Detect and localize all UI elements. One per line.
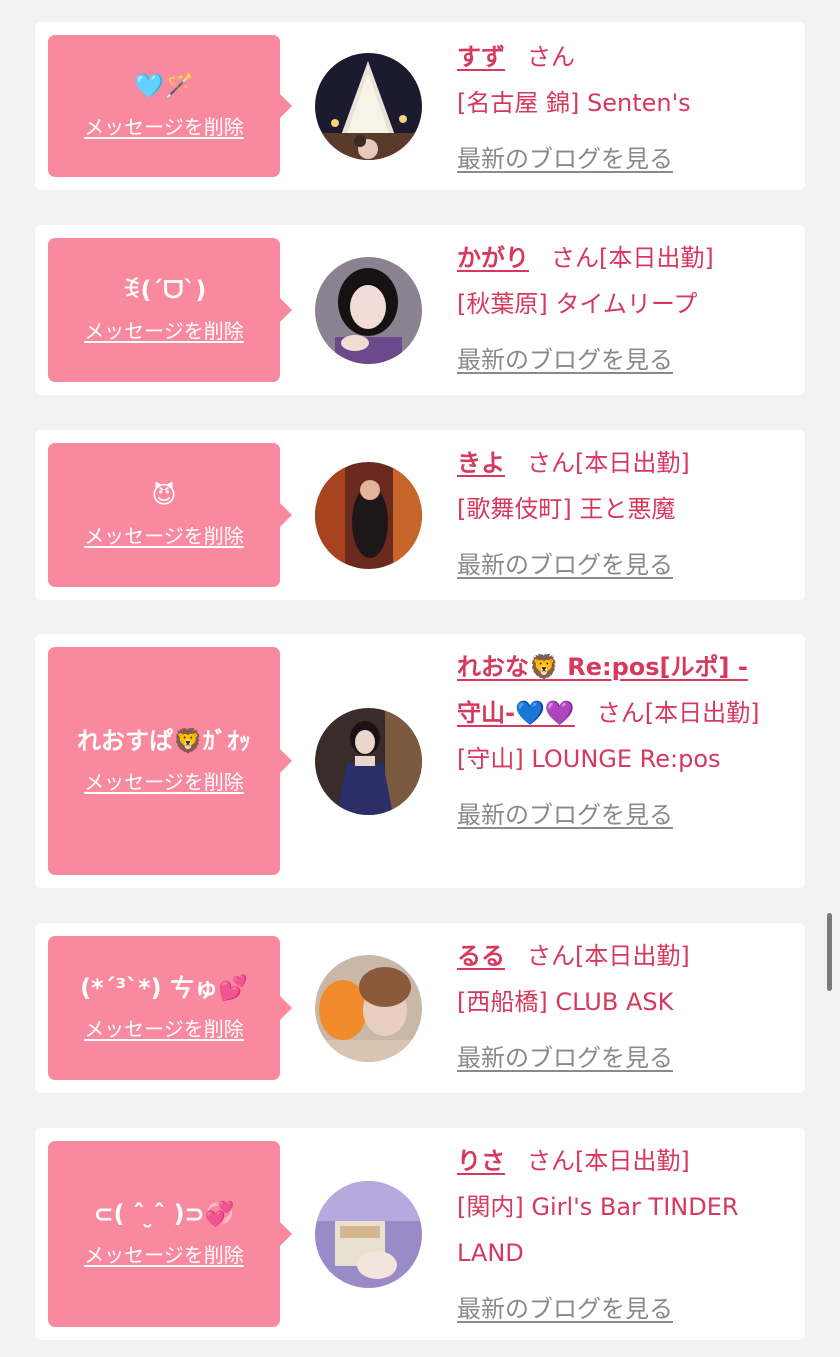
latest-blog-link[interactable]: 最新のブログを見る: [457, 1286, 777, 1332]
delete-message-link[interactable]: メッセージを削除: [84, 1239, 244, 1268]
honorific: さん: [527, 449, 575, 477]
shop-name: [守山] LOUNGE Re:pos: [457, 745, 721, 773]
message-text: 😈: [151, 481, 177, 510]
message-text: (*´³`*) ㄘゅ💕: [80, 974, 248, 1003]
latest-blog-link[interactable]: 最新のブログを見る: [457, 1035, 777, 1081]
profile-info: すず さん [名古屋 錦] Senten's 最新のブログを見る: [457, 34, 777, 182]
photo-interior-icon: [315, 462, 422, 569]
photo-dessert-selfie-icon: [315, 955, 422, 1062]
delete-message-link[interactable]: メッセージを削除: [84, 520, 244, 549]
message-bubble: ⊂( ˆ ̮ˆ )⊃💞 メッセージを削除: [48, 1141, 292, 1327]
photo-girl-portrait-icon: [315, 257, 422, 364]
cast-name-link[interactable]: すず: [457, 43, 505, 71]
avatar[interactable]: [315, 462, 422, 569]
profile-info: れおな🦁 Re:pos[ルポ] - 守山-💙💜 さん[本日出勤] [守山] LOU…: [457, 644, 777, 838]
cast-name-link[interactable]: きよ: [457, 449, 505, 477]
latest-blog-link[interactable]: 最新のブログを見る: [457, 136, 777, 182]
latest-blog-link[interactable]: 最新のブログを見る: [457, 542, 777, 588]
status-badge: [本日出勤]: [575, 1147, 690, 1175]
latest-blog-link[interactable]: 最新のブログを見る: [457, 792, 777, 838]
message-bubble: 🩵🪄 メッセージを削除: [48, 35, 292, 177]
message-bubble: 😈 メッセージを削除: [48, 443, 292, 587]
message-text: 🩵🪄: [134, 72, 194, 101]
latest-blog-link[interactable]: 最新のブログを見る: [457, 337, 777, 383]
photo-purple-room-icon: [315, 1181, 422, 1288]
follow-card: ꉂ(ˊᗜˋ) メッセージを削除 かがり さん[本日出勤] [秋葉原] タイムリープ…: [35, 225, 805, 395]
message-bubble: れおすぱ🦁ｶﾞｵｯ メッセージを削除: [48, 647, 292, 875]
follow-card: れおすぱ🦁ｶﾞｵｯ メッセージを削除 れおな🦁 Re:pos[ルポ] - 守山-…: [35, 634, 805, 888]
delete-message-link[interactable]: メッセージを削除: [84, 766, 244, 795]
message-text: ꉂ(ˊᗜˋ): [121, 276, 207, 305]
avatar[interactable]: [315, 257, 422, 364]
follow-card: 😈 メッセージを削除 きよ さん[本日出勤] [歌舞伎町] 王と悪魔 最新のブログ…: [35, 430, 805, 600]
status-badge: [本日出勤]: [644, 699, 760, 727]
message-text: ⊂( ˆ ̮ˆ )⊃💞: [93, 1200, 235, 1229]
delete-message-link[interactable]: メッセージを削除: [84, 111, 244, 140]
delete-message-link[interactable]: メッセージを削除: [84, 315, 244, 344]
shop-name: [西船橋] CLUB ASK: [457, 988, 674, 1016]
photo-christmas-tree-icon: [315, 53, 422, 160]
shop-name: [歌舞伎町] 王と悪魔: [457, 495, 676, 523]
delete-message-link[interactable]: メッセージを削除: [84, 1013, 244, 1042]
status-badge: [本日出勤]: [599, 244, 714, 272]
honorific: さん: [551, 244, 599, 272]
message-bubble: ꉂ(ˊᗜˋ) メッセージを削除: [48, 238, 292, 382]
scrollbar[interactable]: [827, 913, 832, 991]
photo-dress-portrait-icon: [315, 708, 422, 815]
shop-name: [関内] Girl's Bar TINDER LAND: [457, 1193, 739, 1267]
profile-info: りさ さん[本日出勤] [関内] Girl's Bar TINDER LAND 最…: [457, 1138, 777, 1332]
message-text: れおすぱ🦁ｶﾞｵｯ: [77, 727, 251, 756]
follow-card: ⊂( ˆ ̮ˆ )⊃💞 メッセージを削除 りさ さん[本日出勤] [関内] Gir…: [35, 1128, 805, 1340]
honorific: さん: [527, 1147, 575, 1175]
honorific: さん: [596, 699, 645, 727]
follow-card: (*´³`*) ㄘゅ💕 メッセージを削除 るる さん[本日出勤] [西船橋] CL…: [35, 923, 805, 1093]
honorific: さん: [527, 43, 575, 71]
avatar[interactable]: [315, 53, 422, 160]
shop-name: [名古屋 錦] Senten's: [457, 89, 691, 117]
avatar[interactable]: [315, 955, 422, 1062]
shop-name: [秋葉原] タイムリープ: [457, 290, 698, 318]
profile-info: かがり さん[本日出勤] [秋葉原] タイムリープ 最新のブログを見る: [457, 235, 777, 383]
honorific: さん: [527, 942, 575, 970]
cast-name-link[interactable]: かがり: [457, 244, 529, 272]
profile-info: きよ さん[本日出勤] [歌舞伎町] 王と悪魔 最新のブログを見る: [457, 440, 777, 588]
status-badge: [本日出勤]: [575, 449, 690, 477]
follow-card: 🩵🪄 メッセージを削除 すず さん [名古屋 錦] Senten's 最新のブログ…: [35, 22, 805, 190]
status-badge: [本日出勤]: [575, 942, 690, 970]
avatar[interactable]: [315, 1181, 422, 1288]
avatar[interactable]: [315, 708, 422, 815]
profile-info: るる さん[本日出勤] [西船橋] CLUB ASK 最新のブログを見る: [457, 933, 777, 1081]
cast-name-link[interactable]: りさ: [457, 1147, 505, 1175]
cast-name-link[interactable]: るる: [457, 942, 505, 970]
message-bubble: (*´³`*) ㄘゅ💕 メッセージを削除: [48, 936, 292, 1080]
